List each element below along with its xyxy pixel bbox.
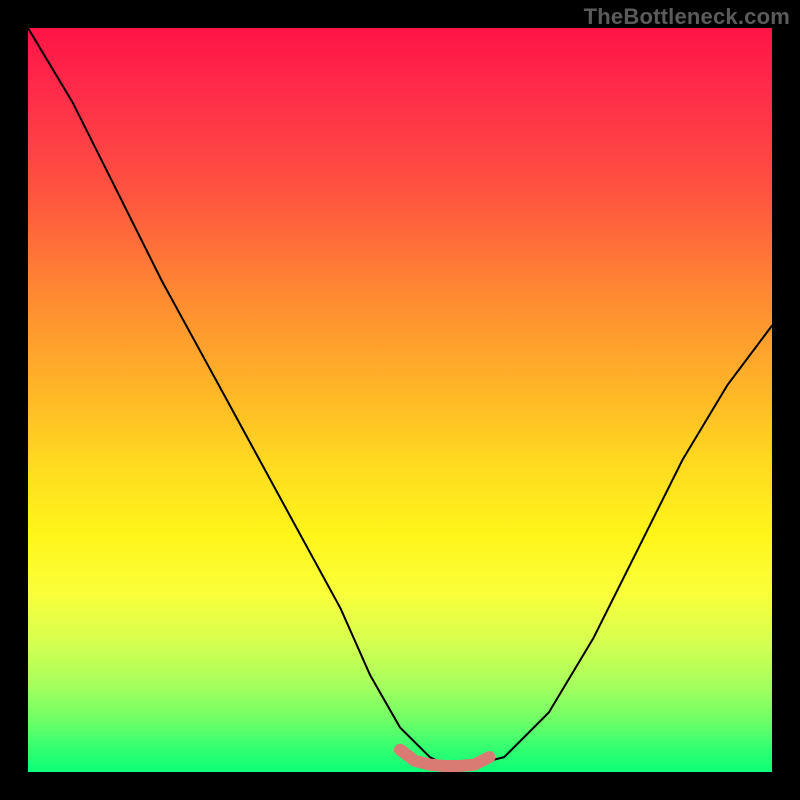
bottleneck-curve-path xyxy=(28,28,772,765)
plot-area xyxy=(28,28,772,772)
watermark-text: TheBottleneck.com xyxy=(584,4,790,30)
chart-frame: TheBottleneck.com xyxy=(0,0,800,800)
trough-highlight-path xyxy=(400,750,489,766)
curve-layer xyxy=(28,28,772,772)
